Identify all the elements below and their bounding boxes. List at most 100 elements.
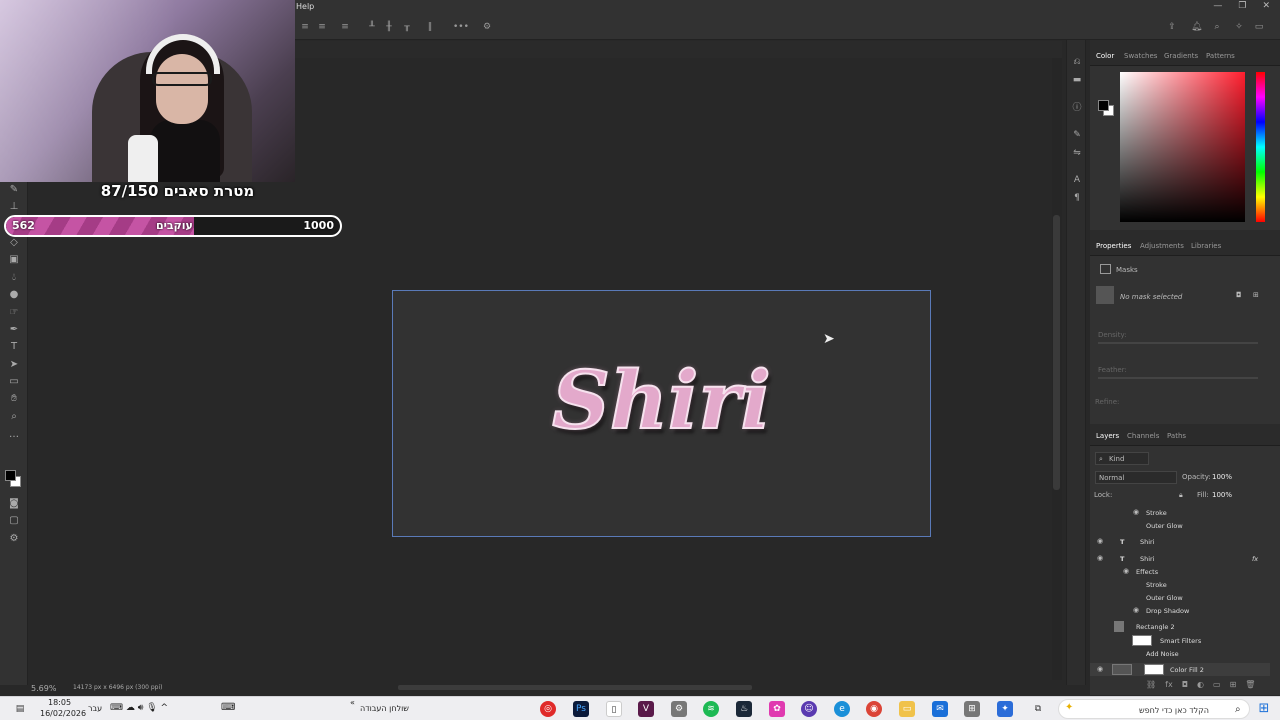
eye-icon[interactable]: ◉ xyxy=(1097,537,1103,545)
restore-icon[interactable]: ❐ xyxy=(1238,1,1246,11)
eraser-icon[interactable]: ◇ xyxy=(7,236,21,250)
distribute-middle-icon[interactable]: ╫ xyxy=(384,22,394,32)
smart-filters-row[interactable]: Smart Filters xyxy=(1090,634,1270,647)
chrome-icon[interactable]: ◉ xyxy=(866,701,882,717)
tab-gradients[interactable]: Gradients xyxy=(1164,52,1198,60)
layer-effect-row[interactable]: Stroke xyxy=(1090,578,1270,591)
mail-icon[interactable]: ✉ xyxy=(932,701,948,717)
layer-row[interactable]: ◉ T Shiri xyxy=(1090,535,1270,548)
file-icon[interactable]: ▯ xyxy=(606,701,622,717)
discord-icon[interactable]: ☺ xyxy=(801,701,817,717)
app-icon-pink[interactable]: ✿ xyxy=(769,701,785,717)
fill-value[interactable]: 100% xyxy=(1212,491,1232,499)
windows-start-icon[interactable]: ⊞ xyxy=(1256,701,1272,717)
align-center-icon[interactable]: ≡ xyxy=(317,22,327,32)
language-indicator[interactable]: עבר xyxy=(88,704,102,713)
tab-properties[interactable]: Properties xyxy=(1096,242,1131,250)
tab-layers[interactable]: Layers xyxy=(1096,432,1119,440)
blur-icon[interactable]: 💧︎ xyxy=(7,271,21,285)
eye-icon[interactable]: ◉ xyxy=(1097,665,1103,673)
spotify-icon[interactable]: ≋ xyxy=(703,701,719,717)
edit-toolbar-icon[interactable]: ⚙ xyxy=(7,532,21,546)
adjustment-icon[interactable]: ◐ xyxy=(1197,680,1204,692)
zoom-level[interactable]: 5.69% xyxy=(31,684,56,693)
gradient-icon[interactable]: ▣ xyxy=(7,253,21,267)
rectangle-tool-icon[interactable]: ▭ xyxy=(7,375,21,389)
tab-channels[interactable]: Channels xyxy=(1127,432,1159,440)
color-swatches[interactable] xyxy=(1098,100,1114,116)
close-icon[interactable]: ✕ xyxy=(1262,1,1270,11)
pixel-mask-icon[interactable]: ◘ xyxy=(1236,291,1242,299)
workspace-icon[interactable]: ▭ xyxy=(1254,22,1264,32)
notification-icon[interactable]: ▤ xyxy=(12,701,28,717)
foreground-background-swatch[interactable] xyxy=(5,470,23,488)
blend-mode-select[interactable]: Normal xyxy=(1095,471,1177,484)
store-icon[interactable]: ⊞ xyxy=(964,701,980,717)
add-mask-icon[interactable]: ◘ xyxy=(1182,680,1188,692)
tab-adjustments[interactable]: Adjustments xyxy=(1140,242,1184,250)
feather-slider[interactable] xyxy=(1098,377,1258,379)
character-icon[interactable]: A xyxy=(1071,174,1083,186)
zoom-tool-icon[interactable]: ⌕ xyxy=(7,410,21,424)
more-tools-icon[interactable]: … xyxy=(7,428,21,442)
layer-filter-select[interactable]: ⌕ Kind xyxy=(1095,452,1149,465)
folder-icon[interactable]: ▭ xyxy=(899,701,915,717)
tray-icons[interactable]: ⌨ ☁ 🔊︎ 🎙︎ ^ xyxy=(110,703,168,713)
eye-icon[interactable]: ◉ xyxy=(1097,554,1103,562)
lightbulb-icon[interactable]: ✧ xyxy=(1234,22,1244,32)
layer-row[interactable]: Rectangle 2 xyxy=(1090,620,1270,633)
shiri-text-layer[interactable]: Shiri xyxy=(393,352,930,448)
distribute-bottom-icon[interactable]: ╥ xyxy=(402,22,412,32)
tab-color[interactable]: Color xyxy=(1096,52,1114,60)
keyboard-icon[interactable]: ⌨ xyxy=(221,702,235,713)
steam-icon[interactable]: ♨ xyxy=(736,701,752,717)
tab-patterns[interactable]: Patterns xyxy=(1206,52,1235,60)
trash-icon[interactable]: 🗑︎ xyxy=(1245,680,1255,692)
menu-help[interactable]: Help xyxy=(296,2,314,11)
eye-icon[interactable]: ◉ xyxy=(1133,508,1139,516)
layer-effect-row[interactable]: Outer Glow xyxy=(1090,591,1270,604)
clock-date[interactable]: 16/02/2026 xyxy=(40,709,86,718)
lock-icon[interactable]: 🔒︎ xyxy=(1179,491,1183,500)
minimize-icon[interactable]: — xyxy=(1213,1,1222,11)
tab-paths[interactable]: Paths xyxy=(1167,432,1186,440)
settings-app-icon[interactable]: ⚙ xyxy=(671,701,687,717)
search-icon[interactable]: ⌕ xyxy=(1212,22,1222,32)
copilot-icon[interactable]: ✦ xyxy=(997,701,1013,717)
more-options-icon[interactable]: ••• xyxy=(453,22,469,32)
task-view-icon[interactable]: ⧉ xyxy=(1030,701,1046,717)
align-right-icon[interactable]: ≡ xyxy=(340,22,350,32)
fx-icon[interactable]: fx xyxy=(1165,680,1173,692)
screen-mode-icon[interactable]: ▢ xyxy=(7,514,21,528)
link-icon[interactable]: ⛓ xyxy=(1146,680,1156,692)
smudge-icon[interactable]: ☞ xyxy=(7,306,21,320)
layer-effect-row[interactable]: ◉ Drop Shadow xyxy=(1090,604,1270,617)
vegas-icon[interactable]: V xyxy=(638,701,654,717)
path-selection-icon[interactable]: ➤ xyxy=(7,358,21,372)
history-icon[interactable]: ⎌ xyxy=(1071,56,1083,68)
vertical-scroll-thumb[interactable] xyxy=(1053,215,1060,490)
density-slider[interactable] xyxy=(1098,342,1258,344)
info-icon[interactable]: ⓘ xyxy=(1071,102,1083,114)
dodge-icon[interactable]: ● xyxy=(7,288,21,302)
fx-icon[interactable]: fx xyxy=(1252,555,1258,563)
new-layer-icon[interactable]: ⊞ xyxy=(1230,680,1237,692)
color-picker-field[interactable] xyxy=(1120,72,1245,222)
brush-settings-icon[interactable]: ✎ xyxy=(1071,129,1083,141)
vector-mask-icon[interactable]: ⊞ xyxy=(1253,291,1259,299)
edge-icon[interactable]: e xyxy=(834,701,850,717)
opacity-value[interactable]: 100% xyxy=(1212,473,1232,481)
clock-time[interactable]: 18:05 xyxy=(48,698,71,707)
eye-icon[interactable]: ◉ xyxy=(1133,606,1139,614)
layer-row-selected[interactable]: ◉ Color Fill 2 xyxy=(1090,663,1270,676)
desktop-toggle-icon[interactable]: « xyxy=(350,698,355,707)
eye-icon[interactable]: ◉ xyxy=(1123,567,1129,575)
hue-slider[interactable] xyxy=(1256,72,1265,222)
layer-effect-row[interactable]: ◉ Stroke xyxy=(1090,506,1270,519)
layer-row[interactable]: ◉ T Shiri fx xyxy=(1090,552,1270,565)
tab-swatches[interactable]: Swatches xyxy=(1124,52,1157,60)
paragraph-icon[interactable]: ¶ xyxy=(1071,192,1083,204)
app-icon-red[interactable]: ◎ xyxy=(540,701,556,717)
share-icon[interactable]: ⇪ xyxy=(1167,22,1177,32)
search-input[interactable]: ✦ הקלד כאן כדי לחפש ⌕ xyxy=(1058,699,1250,719)
